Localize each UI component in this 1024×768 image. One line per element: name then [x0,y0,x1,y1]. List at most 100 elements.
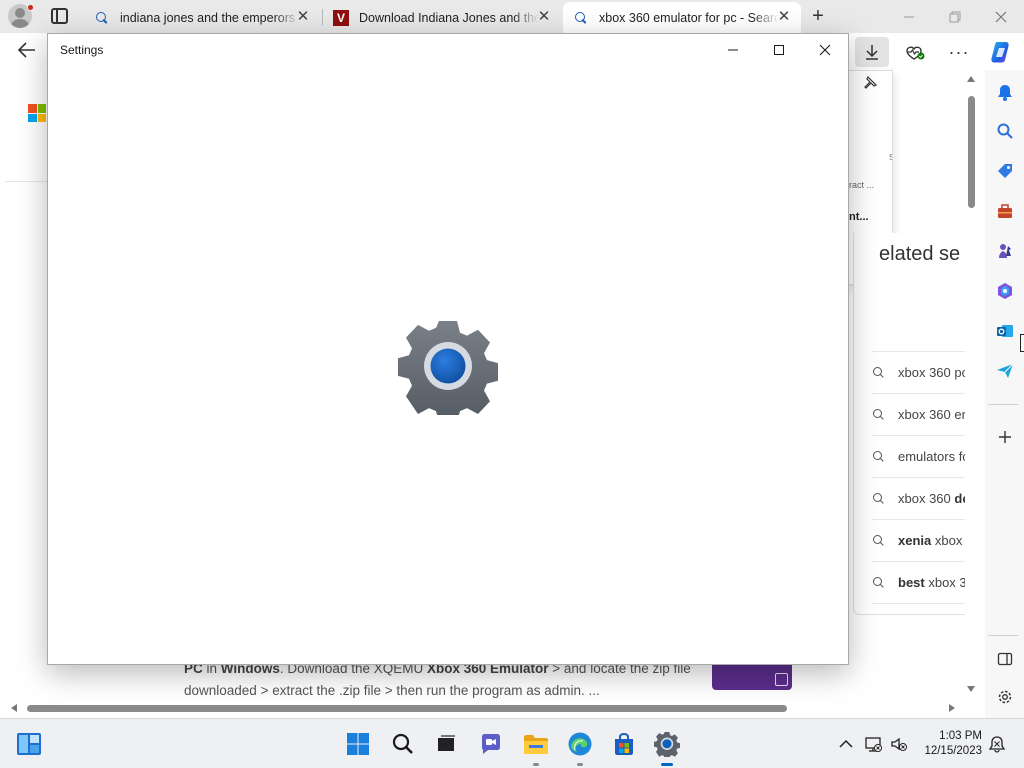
pin-icon[interactable] [862,75,878,94]
related-search-item[interactable]: xbox 360 do [872,477,965,519]
settings-close-button[interactable] [802,34,848,66]
vertical-scrollbar[interactable] [964,70,978,700]
games-button[interactable] [992,238,1018,264]
tab-indiana-jones-search[interactable]: indiana jones and the emperors ✕ [84,2,320,33]
restore-icon [949,11,961,22]
sidebar-panel-icon [997,652,1013,666]
clock[interactable]: 1:03 PM 12/15/2023 [922,729,982,759]
downloads-button[interactable] [855,37,889,67]
running-indicator [577,763,583,766]
browser-minimize-button[interactable] [886,0,932,33]
back-button[interactable] [16,40,40,62]
tab-actions-icon[interactable] [51,8,68,24]
new-tab-button[interactable]: + [808,6,828,26]
snippet-line-2: downloaded > extract the .zip file > the… [184,683,600,698]
tab-close-icon[interactable]: ✕ [777,9,791,24]
widgets-button[interactable] [14,729,44,759]
file-explorer-button[interactable] [521,729,551,766]
windows-start-icon [347,733,369,755]
taskbar-search-button[interactable] [388,729,418,759]
sidebar-settings-button[interactable] [992,684,1018,710]
back-arrow-icon [17,42,35,58]
video-thumbnail-card[interactable] [712,664,792,690]
search-sidebar-button[interactable] [992,118,1018,144]
settings-window: Settings [47,33,849,665]
related-searches-panel: elated se xbox 360 pc xbox 360 er emulator… [853,233,965,615]
scroll-right-arrow-icon[interactable] [949,704,955,712]
related-search-item[interactable]: best xbox 3 [872,603,965,614]
tab-close-icon[interactable]: ✕ [296,9,310,24]
related-search-text: best xbox 3 [898,575,965,590]
edge-browser-icon [568,732,592,756]
settings-maximize-button[interactable] [756,34,802,66]
notification-dot [27,4,34,11]
shopping-button[interactable] [992,158,1018,184]
edge-button[interactable] [565,729,595,766]
outlook-button[interactable] [992,318,1018,344]
browser-restore-button[interactable] [932,0,978,33]
chat-icon [482,734,500,754]
tab-download-indiana-jones[interactable]: V Download Indiana Jones and the ✕ [323,2,561,33]
microsoft-365-button[interactable] [992,278,1018,304]
search-icon [573,10,589,26]
scroll-up-arrow-icon[interactable] [967,76,975,82]
tab-close-icon[interactable]: ✕ [537,9,551,24]
related-search-plain: xbox 360 pc [898,365,965,380]
minimize-icon [728,49,738,51]
maximize-icon [774,45,784,55]
copilot-button[interactable] [988,39,1014,65]
notification-center-button[interactable] [988,735,1006,753]
settings-minimize-button[interactable] [710,34,756,66]
search-icon [872,492,886,506]
volume-button[interactable] [890,735,908,753]
shopping-tag-icon [998,164,1012,178]
flyout-item-title[interactable]: nt... [849,211,869,223]
copilot-icon [991,42,1009,63]
related-search-item[interactable]: xenia xbox 3 [872,519,965,561]
related-searches-title: elated se [879,243,961,265]
notifications-button[interactable] [992,79,1018,105]
search-icon [94,10,110,26]
tab-xbox-emulator-search[interactable]: xbox 360 emulator for pc - Search ✕ [563,2,801,33]
start-button[interactable] [343,729,373,759]
edge-sidebar [985,70,1024,718]
browser-tab-strip: indiana jones and the emperors ✕ V Downl… [0,0,1024,33]
open-external-icon[interactable] [775,673,788,686]
more-options-button[interactable]: ··· [942,37,976,67]
scroll-left-arrow-icon[interactable] [11,704,17,712]
close-icon [819,44,831,56]
microsoft-logo-icon[interactable] [28,104,46,122]
add-sidebar-app-button[interactable] [992,424,1018,450]
flyout-action-text[interactable]: ract ... [849,180,874,190]
performance-button[interactable] [898,37,932,67]
chevron-up-icon [839,739,853,748]
active-app-indicator [661,763,673,766]
settings-taskbar-button[interactable] [652,729,682,766]
plus-icon [999,431,1011,443]
browser-close-button[interactable] [978,0,1024,33]
show-hidden-icons-button[interactable] [837,735,855,753]
scroll-down-arrow-icon[interactable] [967,686,975,692]
microsoft-store-button[interactable] [609,729,639,759]
search-icon [997,123,1013,139]
chess-piece-icon [999,244,1011,258]
tools-button[interactable] [992,198,1018,224]
task-view-button[interactable] [431,729,461,759]
profile-button[interactable] [8,4,34,30]
network-disconnected-icon [865,737,882,752]
related-search-item[interactable]: xbox 360 er [872,393,965,435]
vertical-scroll-thumb[interactable] [968,96,975,208]
related-search-item[interactable]: emulators fo [872,435,965,477]
drop-button[interactable] [992,358,1018,384]
network-status-button[interactable] [864,735,882,753]
teams-chat-button[interactable] [476,729,506,759]
flyout-faded-text: s [889,151,892,163]
settings-splash-gear-icon [398,320,498,415]
horizontal-scrollbar[interactable] [5,700,965,716]
horizontal-scroll-thumb[interactable] [27,705,787,712]
related-search-item[interactable]: xbox 360 pc [872,351,965,393]
related-search-bold: best [898,575,925,590]
hide-sidebar-button[interactable] [992,646,1018,672]
related-search-item[interactable]: best xbox 3 [872,561,965,603]
minimize-icon [904,16,914,17]
